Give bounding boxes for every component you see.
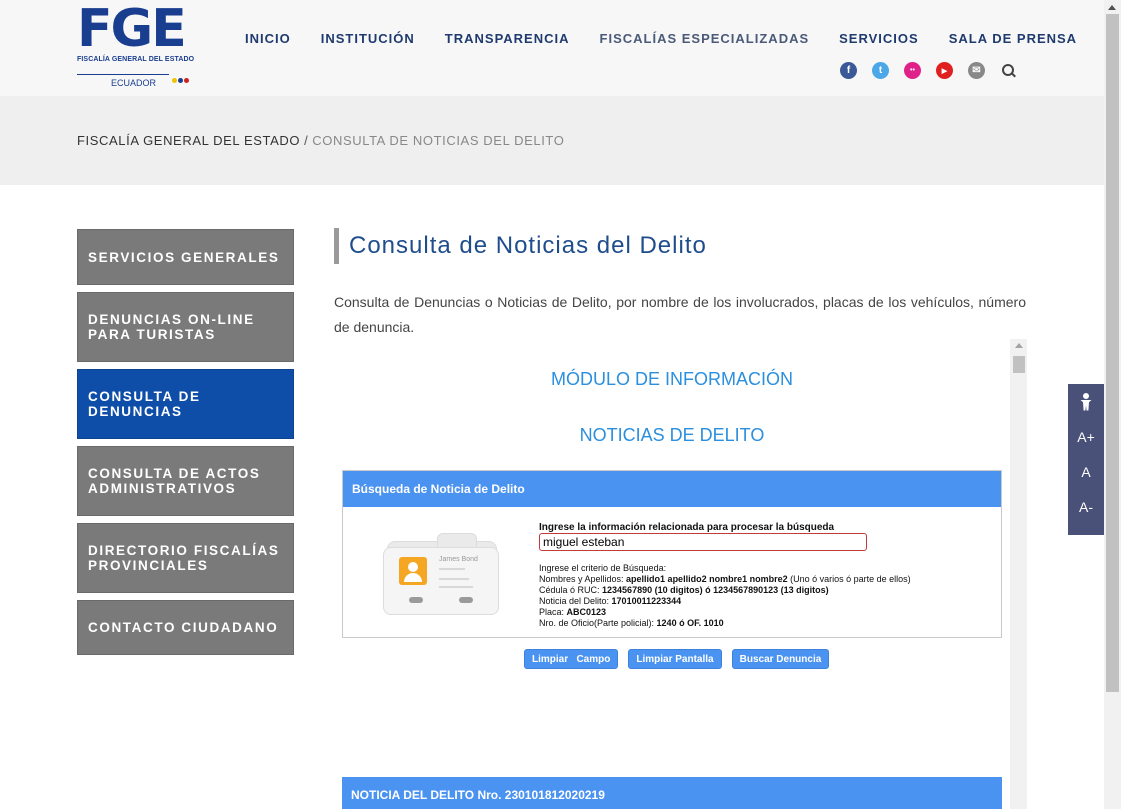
- iframe-scroll-thumb[interactable]: [1013, 356, 1025, 373]
- page-title: Consulta de Noticias del Delito: [349, 232, 707, 259]
- sidebar-item-denuncias-turistas[interactable]: DENUNCIAS ON-LINE PARA TURISTAS: [77, 292, 294, 362]
- criteria-item: Nro. de Oficio(Parte policial): 1240 ó O…: [539, 618, 724, 628]
- breadcrumb: FISCALÍA GENERAL DEL ESTADO / CONSULTA DE …: [77, 133, 564, 148]
- site-header: FGE FISCALÍA GENERAL DEL ESTADO ECUADOR …: [0, 0, 1104, 96]
- sidebar-item-contacto-ciudadano[interactable]: CONTACTO CIUDADANO: [77, 600, 294, 655]
- criteria-title: Ingrese el criterio de Búsqueda:: [539, 563, 667, 573]
- nav-inicio[interactable]: INICIO: [245, 31, 291, 46]
- nav-sala-de-prensa[interactable]: SALA DE PRENSA: [949, 31, 1077, 46]
- module-subheading: NOTICIAS DE DELITO: [579, 425, 765, 445]
- criteria-item: Cédula ó RUC: 1234567890 (10 digitos) ó …: [539, 585, 829, 595]
- fge-logo[interactable]: FGE FISCALÍA GENERAL DEL ESTADO ECUADOR: [77, 0, 197, 90]
- breadcrumb-root[interactable]: FISCALÍA GENERAL DEL ESTADO: [77, 133, 300, 148]
- logo-subtitle: FISCALÍA GENERAL DEL ESTADO: [77, 56, 195, 63]
- social-links: f t •• ▶ ✉: [840, 62, 1016, 79]
- logo-country: ECUADOR: [111, 78, 157, 88]
- breadcrumb-separator: /: [304, 133, 309, 148]
- font-normal-button[interactable]: A: [1068, 454, 1104, 489]
- flickr-icon[interactable]: ••: [904, 62, 921, 79]
- nav-servicios[interactable]: SERVICIOS: [839, 31, 919, 46]
- font-decrease-button[interactable]: A-: [1068, 489, 1104, 524]
- sidebar-item-directorio-fiscalias[interactable]: DIRECTORIO FISCALÍAS PROVINCIALES: [77, 523, 294, 593]
- contact-card-illustration: James Bond: [383, 533, 501, 615]
- sidebar: SERVICIOS GENERALES DENUNCIAS ON-LINE PA…: [77, 229, 294, 662]
- clear-screen-button[interactable]: Limpiar Pantalla: [628, 649, 722, 669]
- search-card: Búsqueda de Noticia de Delito James Bond…: [342, 470, 1002, 638]
- sidebar-item-consulta-denuncias[interactable]: CONSULTA DE DENUNCIAS: [77, 369, 294, 439]
- mail-icon[interactable]: ✉: [968, 62, 985, 79]
- criteria-item: Placa: ABC0123: [539, 607, 607, 617]
- iframe-scrollbar[interactable]: [1010, 339, 1027, 809]
- flag-dots: [172, 70, 192, 83]
- breadcrumb-band: FISCALÍA GENERAL DEL ESTADO / CONSULTA DE …: [0, 96, 1104, 185]
- criteria-item: Nombres y Apellidos: apellido1 apellido2…: [539, 574, 911, 584]
- search-input[interactable]: [539, 533, 867, 551]
- breadcrumb-current: CONSULTA DE NOTICIAS DEL DELITO: [312, 133, 565, 148]
- twitter-icon[interactable]: t: [872, 62, 889, 79]
- nav-transparencia[interactable]: TRANSPARENCIA: [445, 31, 570, 46]
- facebook-icon[interactable]: f: [840, 62, 857, 79]
- logo-abbr: FGE: [77, 0, 187, 59]
- search-input-label: Ingrese la información relacionada para …: [539, 522, 835, 533]
- clear-field-button[interactable]: Limpiar Campo: [524, 649, 619, 669]
- page-scroll-thumb[interactable]: [1106, 14, 1119, 692]
- result-card-header: NOTICIA DEL DELITO Nro. 230101812020219: [342, 777, 1002, 809]
- sidebar-item-consulta-actos[interactable]: CONSULTA DE ACTOS ADMINISTRATIVOS: [77, 446, 294, 516]
- avatar-icon: [399, 557, 427, 585]
- search-criteria: Ingrese el criterio de Búsqueda: Nombres…: [539, 563, 911, 629]
- main-nav: INICIO INSTITUCIÓN TRANSPARENCIA FISCALÍ…: [245, 31, 1107, 46]
- sidebar-item-servicios-generales[interactable]: SERVICIOS GENERALES: [77, 229, 294, 285]
- nav-institucion[interactable]: INSTITUCIÓN: [321, 31, 415, 46]
- search-card-body: James Bond Ingrese la información relaci…: [343, 507, 1001, 637]
- page-scroll-up-arrow-icon[interactable]: [1108, 5, 1116, 10]
- search-card-header: Búsqueda de Noticia de Delito: [343, 471, 1001, 507]
- action-buttons: Limpiar Campo Limpiar Pantalla Buscar De…: [524, 649, 839, 669]
- criteria-item: Noticia del Delito: 17010011223344: [539, 596, 682, 606]
- font-increase-button[interactable]: A+: [1068, 419, 1104, 454]
- nav-fiscalias-especializadas[interactable]: FISCALÍAS ESPECIALIZADAS: [600, 31, 810, 46]
- title-accent-bar: [334, 228, 339, 264]
- scroll-up-arrow-icon[interactable]: [1015, 343, 1023, 348]
- logo-divider: [77, 74, 169, 75]
- page-scrollbar[interactable]: [1104, 0, 1121, 809]
- youtube-icon[interactable]: ▶: [936, 62, 953, 79]
- search-button[interactable]: Buscar Denuncia: [731, 649, 830, 669]
- result-card: NOTICIA DEL DELITO Nro. 230101812020219: [342, 777, 1002, 809]
- accessibility-toolbar: A+ A A-: [1068, 384, 1104, 535]
- module-heading: MÓDULO DE INFORMACIÓN: [550, 369, 793, 389]
- search-icon[interactable]: [1002, 63, 1016, 78]
- illustration-name: James Bond: [439, 556, 478, 563]
- page-intro: Consulta de Denuncias o Noticias de Deli…: [334, 294, 1026, 335]
- accessibility-person-icon[interactable]: [1068, 384, 1104, 419]
- consulta-iframe: MÓDULO DE INFORMACIÓN NOTICIAS DE DELITO…: [334, 339, 1027, 809]
